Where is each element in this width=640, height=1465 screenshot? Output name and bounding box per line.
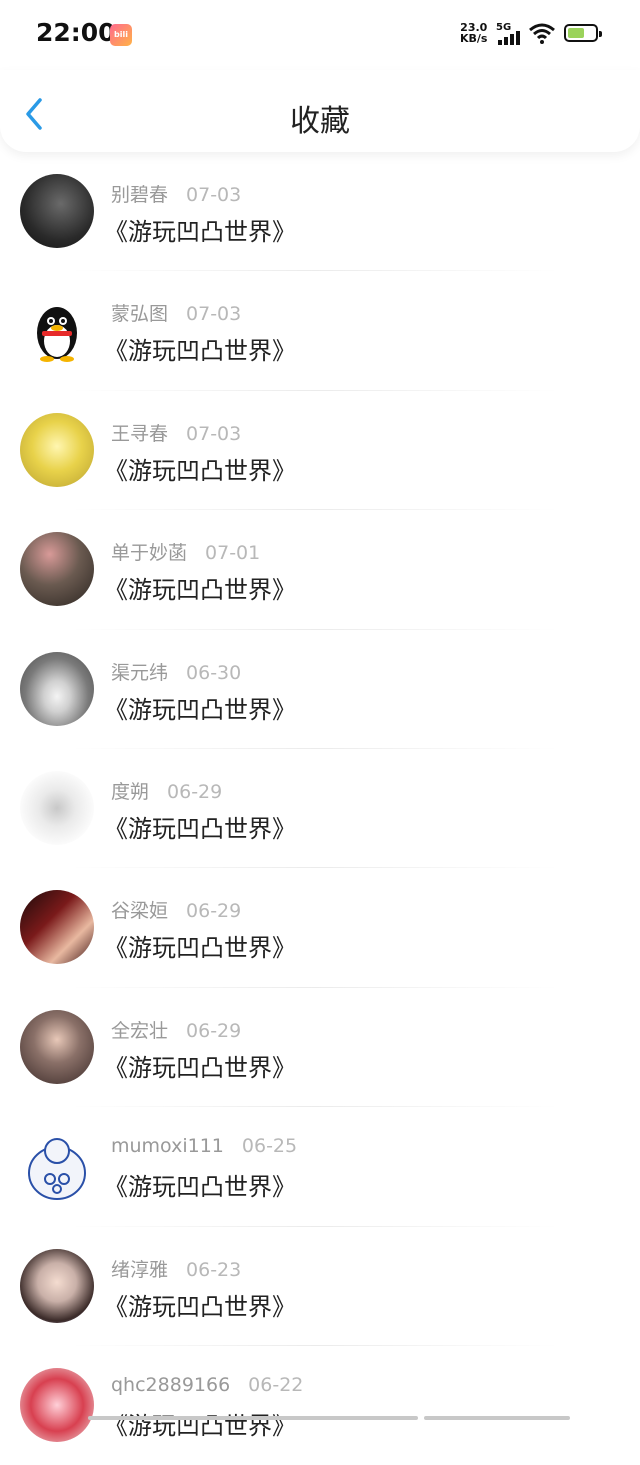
favorite-item[interactable]: 绪淳雅 06-23 《游玩凹凸世界》 [0,1227,640,1346]
status-time: 22:00 [36,18,116,47]
author-name: 度朔 [111,780,150,803]
avatar[interactable] [20,293,94,368]
post-date: 07-03 [186,303,242,326]
work-title: 《游玩凹凸世界》 [104,218,296,246]
post-date: 06-22 [248,1373,304,1396]
scroll-indicator [424,1416,570,1420]
avatar[interactable] [20,770,94,845]
favorite-item[interactable]: mumoxi111 06-25 《游玩凹凸世界》 [0,1107,640,1227]
post-date: 06-30 [186,661,242,684]
favorite-item[interactable]: 全宏壮 06-29 《游玩凹凸世界》 [0,988,640,1108]
post-date: 06-29 [186,900,242,923]
network-speed-unit: KB/s [460,32,488,45]
avatar[interactable] [20,532,94,607]
author-name: qhc2889166 [111,1373,231,1396]
author-name: 蒙弘图 [111,303,169,326]
signal-icon [498,31,524,45]
author-name: 单于妙菡 [111,542,188,565]
avatar[interactable] [20,890,94,965]
avatar[interactable] [20,1009,94,1084]
author-name: 王寻春 [111,422,169,445]
item-meta: qhc2889166 06-22 [111,1374,303,1396]
post-date: 07-03 [186,422,242,445]
post-date: 06-23 [186,1258,242,1281]
post-date: 07-01 [205,542,261,565]
wifi-icon [529,23,555,44]
post-date: 06-29 [186,1019,242,1042]
item-meta: 全宏壮 06-29 [111,1016,241,1043]
post-date: 06-25 [241,1135,298,1158]
battery-icon [564,24,602,42]
work-title: 《游玩凹凸世界》 [104,695,296,724]
avatar[interactable] [20,1129,94,1204]
post-date: 06-29 [167,780,223,803]
post-date: 07-03 [186,184,242,206]
avatar[interactable] [20,412,94,487]
item-meta: 谷梁姮 06-29 [111,896,241,923]
favorite-item[interactable]: 渠元纬 06-30 《游玩凹凸世界》 [0,630,640,749]
author-name: 渠元纬 [111,661,169,684]
item-meta: 别碧春 07-03 [111,180,241,207]
favorite-item[interactable]: 蒙弘图 07-03 《游玩凹凸世界》 [0,271,640,391]
work-title: 《游玩凹凸世界》 [104,1173,296,1202]
network-speed: 23.0 KB/s [460,22,487,44]
item-meta: 王寻春 07-03 [111,419,241,446]
work-title: 《游玩凹凸世界》 [104,1292,296,1321]
item-meta: 度朔 06-29 [111,777,222,804]
avatar[interactable] [20,1367,94,1442]
work-title: 《游玩凹凸世界》 [104,576,296,605]
page-title: 收藏 [290,104,350,139]
header: 收藏 [0,70,640,152]
work-title: 《游玩凹凸世界》 [104,814,296,843]
author-name: mumoxi111 [111,1135,224,1158]
item-meta: 单于妙菡 07-01 [111,538,260,565]
author-name: 绪淳雅 [111,1258,169,1281]
favorite-item[interactable]: 单于妙菡 07-01 《游玩凹凸世界》 [0,510,640,630]
porcelain-cat-icon [28,1138,86,1201]
item-meta: 渠元纬 06-30 [111,658,241,685]
penguin-icon [37,307,77,363]
work-title: 《游玩凹凸世界》 [104,934,296,963]
avatar[interactable] [20,174,94,248]
status-bar: 22:00 bili 23.0 KB/s 5G [0,0,640,70]
avatar[interactable] [20,651,94,726]
author-name: 别碧春 [111,184,169,206]
scroll-indicator [88,1416,418,1420]
item-meta: mumoxi111 06-25 [111,1135,297,1157]
item-meta: 蒙弘图 07-03 [111,299,241,326]
favorite-item[interactable]: qhc2889166 06-22 《游玩凹凸世界》 [0,1346,640,1465]
author-name: 全宏壮 [111,1019,169,1042]
work-title: 《游玩凹凸世界》 [104,1053,296,1082]
favorite-item[interactable]: 王寻春 07-03 《游玩凹凸世界》 [0,391,640,511]
avatar[interactable] [20,1248,94,1323]
work-title: 《游玩凹凸世界》 [104,337,296,366]
favorites-list: 别碧春 07-03 《游玩凹凸世界》 蒙弘图 07-03 《游玩凹凸世界》 王寻春 0… [0,152,640,1465]
favorite-item[interactable]: 别碧春 07-03 《游玩凹凸世界》 [0,152,640,272]
work-title: 《游玩凹凸世界》 [104,456,296,485]
work-title: 《游玩凹凸世界》 [104,1411,296,1440]
favorite-item[interactable]: 度朔 06-29 《游玩凹凸世界》 [0,749,640,869]
author-name: 谷梁姮 [111,900,169,923]
favorite-item[interactable]: 谷梁姮 06-29 《游玩凹凸世界》 [0,868,640,988]
app-badge-icon: bili [110,24,132,46]
item-meta: 绪淳雅 06-23 [111,1255,241,1282]
